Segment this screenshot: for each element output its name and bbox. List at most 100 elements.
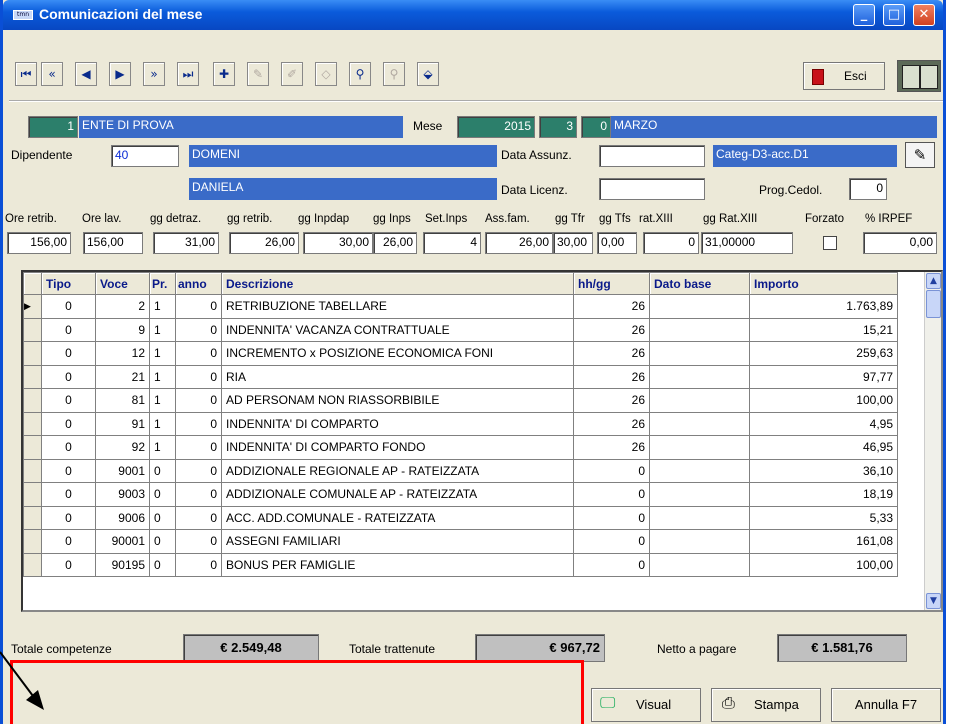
row-indicator[interactable] <box>23 388 42 413</box>
row-indicator[interactable] <box>23 435 42 460</box>
cell-tipo[interactable]: 0 <box>41 505 96 530</box>
cell-descrizione[interactable]: RETRIBUZIONE TABELLARE <box>221 294 574 319</box>
filter-icon[interactable]: ⬙ <box>417 62 439 86</box>
cell-pr[interactable]: 0 <box>149 458 176 483</box>
table-row[interactable]: 0 90001 0 0 ASSEGNI FAMILIARI 0 161,08 <box>23 529 898 554</box>
col-descrizione[interactable]: Descrizione <box>221 272 574 295</box>
cell-voce[interactable]: 21 <box>95 364 150 389</box>
table-row[interactable]: 0 9001 0 0 ADDIZIONALE REGIONALE AP - RATEIZ… <box>23 458 898 483</box>
col-hhgg[interactable]: hh/gg <box>573 272 650 295</box>
prev-record-icon[interactable]: ◀ <box>75 62 97 86</box>
table-row[interactable]: 0 92 1 0 INDENNITA' DI COMPARTO FONDO 26 46,95 <box>23 435 898 460</box>
cell-importo[interactable]: 100,00 <box>749 552 898 577</box>
ente-code-field[interactable]: 1 <box>28 116 78 138</box>
cell-anno[interactable]: 0 <box>175 458 222 483</box>
cell-importo[interactable]: 1.763,89 <box>749 294 898 319</box>
cell-descrizione[interactable]: INCREMENTO x POSIZIONE ECONOMICA FONI <box>221 341 574 366</box>
col-voce[interactable]: Voce <box>95 272 150 295</box>
cell-tipo[interactable]: 0 <box>41 552 96 577</box>
payroll-grid[interactable]: Tipo Voce Pr. anno Descrizione hh/gg Dat… <box>21 270 943 612</box>
cell-dato-base[interactable] <box>649 341 750 366</box>
cell-voce[interactable]: 9003 <box>95 482 150 507</box>
mese-num-field[interactable]: 3 <box>539 116 577 138</box>
cell-tipo[interactable]: 0 <box>41 411 96 436</box>
cell-descrizione[interactable]: ADDIZIONALE REGIONALE AP - RATEIZZATA <box>221 458 574 483</box>
cell-anno[interactable]: 0 <box>175 505 222 530</box>
cell-hhgg[interactable]: 0 <box>573 552 650 577</box>
cell-pr[interactable]: 1 <box>149 341 176 366</box>
post-icon[interactable]: ◇ <box>315 62 337 86</box>
table-row[interactable]: 0 90195 0 0 BONUS PER FAMIGLIE 0 100,00 <box>23 552 898 577</box>
cell-anno[interactable]: 0 <box>175 341 222 366</box>
add-record-icon[interactable]: ✚ <box>213 62 235 86</box>
cell-dato-base[interactable] <box>649 529 750 554</box>
next-page-icon[interactable]: » <box>143 62 165 86</box>
cell-hhgg[interactable]: 0 <box>573 505 650 530</box>
gg-retrib-input[interactable]: 26,00 <box>229 232 299 254</box>
col-dato-base[interactable]: Dato base <box>649 272 750 295</box>
scroll-down-icon[interactable]: ▼ <box>926 593 941 609</box>
cell-importo[interactable]: 97,77 <box>749 364 898 389</box>
table-row[interactable]: ▶ 0 2 1 0 RETRIBUZIONE TABELLARE 26 1.763,89 <box>23 294 898 319</box>
cell-tipo[interactable]: 0 <box>41 458 96 483</box>
table-row[interactable]: 0 9003 0 0 ADDIZIONALE COMUNALE AP - RATEIZZ… <box>23 482 898 507</box>
cell-descrizione[interactable]: ACC. ADD.COMUNALE - RATEIZZATA <box>221 505 574 530</box>
cell-descrizione[interactable]: ADDIZIONALE COMUNALE AP - RATEIZZATA <box>221 482 574 507</box>
gg-detraz-input[interactable]: 31,00 <box>153 232 219 254</box>
last-record-icon[interactable]: ⏭ <box>177 62 199 86</box>
cell-dato-base[interactable] <box>649 388 750 413</box>
cell-pr[interactable]: 1 <box>149 411 176 436</box>
cell-tipo[interactable]: 0 <box>41 529 96 554</box>
scroll-thumb[interactable] <box>926 290 941 318</box>
cell-tipo[interactable]: 0 <box>41 294 96 319</box>
find-icon[interactable]: ⚲ <box>349 62 371 86</box>
cell-pr[interactable]: 0 <box>149 482 176 507</box>
table-row[interactable]: 0 9006 0 0 ACC. ADD.COMUNALE - RATEIZZATA 0 5,… <box>23 505 898 530</box>
maximize-button[interactable]: □ <box>883 4 905 26</box>
dipendente-code-input[interactable]: 40 <box>111 145 179 167</box>
exit-button[interactable]: Esci <box>803 62 885 90</box>
data-assunz-input[interactable] <box>599 145 705 167</box>
row-indicator[interactable] <box>23 458 42 483</box>
cell-anno[interactable]: 0 <box>175 388 222 413</box>
ore-retrib-input[interactable]: 156,00 <box>7 232 71 254</box>
cell-importo[interactable]: 5,33 <box>749 505 898 530</box>
gg-tfs-input[interactable]: 0,00 <box>597 232 637 254</box>
cell-importo[interactable]: 4,95 <box>749 411 898 436</box>
row-indicator[interactable] <box>23 317 42 342</box>
cell-anno[interactable]: 0 <box>175 529 222 554</box>
row-indicator[interactable] <box>23 505 42 530</box>
cell-voce[interactable]: 2 <box>95 294 150 319</box>
cell-anno[interactable]: 0 <box>175 482 222 507</box>
cell-descrizione[interactable]: BONUS PER FAMIGLIE <box>221 552 574 577</box>
cell-importo[interactable]: 46,95 <box>749 435 898 460</box>
book-icon[interactable] <box>897 60 941 92</box>
anno-field[interactable]: 2015 <box>457 116 535 138</box>
cell-anno[interactable]: 0 <box>175 364 222 389</box>
cell-hhgg[interactable]: 26 <box>573 341 650 366</box>
annulla-button[interactable]: Annulla F7 <box>831 688 941 722</box>
cell-descrizione[interactable]: INDENNITA' VACANZA CONTRATTUALE <box>221 317 574 342</box>
cell-anno[interactable]: 0 <box>175 411 222 436</box>
cell-importo[interactable]: 15,21 <box>749 317 898 342</box>
cell-dato-base[interactable] <box>649 411 750 436</box>
row-indicator[interactable] <box>23 482 42 507</box>
row-indicator[interactable]: ▶ <box>23 294 42 319</box>
cell-tipo[interactable]: 0 <box>41 435 96 460</box>
cell-anno[interactable]: 0 <box>175 317 222 342</box>
cell-anno[interactable]: 0 <box>175 294 222 319</box>
cell-voce[interactable]: 90195 <box>95 552 150 577</box>
prev-page-icon[interactable]: « <box>41 62 63 86</box>
edit-record-icon[interactable]: ✎ <box>247 62 269 86</box>
find-next-icon[interactable]: ⚲ <box>383 62 405 86</box>
cell-descrizione[interactable]: INDENNITA' DI COMPARTO <box>221 411 574 436</box>
table-row[interactable]: 0 91 1 0 INDENNITA' DI COMPARTO 26 4,95 <box>23 411 898 436</box>
first-record-icon[interactable]: ⏮ <box>15 62 37 86</box>
visual-button[interactable]: 🖵 Visual <box>591 688 701 722</box>
cell-voce[interactable]: 9001 <box>95 458 150 483</box>
cell-voce[interactable]: 9 <box>95 317 150 342</box>
title-bar[interactable]: tmn Comunicazioni del mese _ □ ✕ <box>3 0 943 30</box>
mese-extra-field[interactable]: 0 <box>581 116 611 138</box>
cell-importo[interactable]: 36,10 <box>749 458 898 483</box>
cell-tipo[interactable]: 0 <box>41 341 96 366</box>
